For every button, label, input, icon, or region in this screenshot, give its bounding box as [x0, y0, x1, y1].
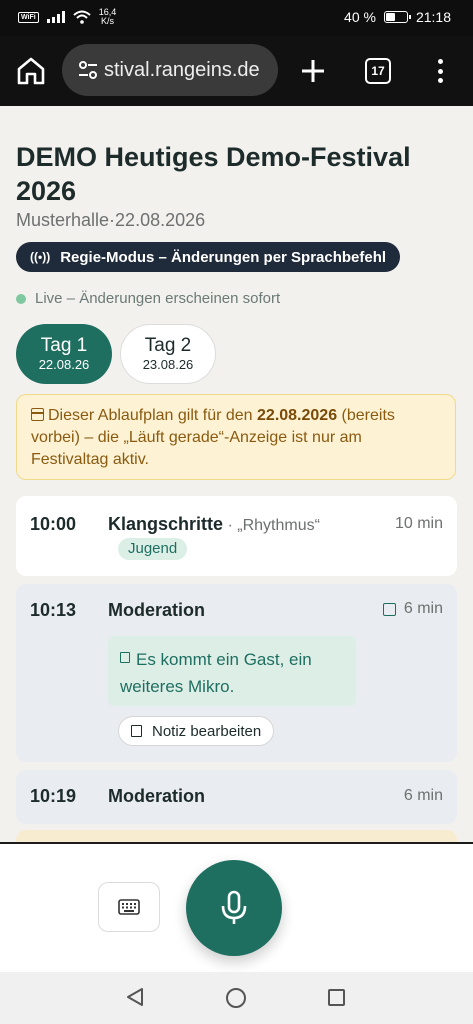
schedule-item[interactable]: 10:19 Moderation 6 min	[16, 770, 457, 824]
more-vert-icon[interactable]	[430, 56, 450, 86]
calendar-icon	[31, 408, 44, 421]
item-time: 10:19	[30, 786, 77, 806]
category-tag: Jugend	[118, 538, 188, 560]
item-meta: · „Rhythmus“	[223, 517, 320, 534]
note-text: Es kommt ein Gast, ein weiteres Mikro.	[120, 650, 312, 696]
venue: Musterhalle	[16, 210, 110, 230]
item-duration-group: 6 min	[382, 600, 443, 618]
event-date: 22.08.2026	[115, 210, 206, 230]
voice-control-panel	[0, 842, 473, 972]
item-time: 10:13	[30, 600, 77, 620]
live-status: Live – Änderungen erscheinen sofort	[16, 290, 280, 307]
note-icon	[120, 652, 130, 663]
live-dot-icon	[16, 293, 26, 304]
notice-prefix: Dieser Ablaufplan gilt für den	[48, 407, 258, 424]
wifi-badge: WiFi	[18, 11, 39, 23]
schedule-item[interactable]: 10:00 Klangschritte · „Rhythmus“ 10 min …	[16, 496, 457, 576]
item-title: Moderation	[108, 600, 205, 620]
browser-toolbar: stival.rangeins.de 17	[0, 36, 473, 106]
item-time: 10:00	[30, 514, 77, 534]
tab-day-1[interactable]: Tag 1 22.08.26	[16, 324, 112, 384]
microphone-button[interactable]	[186, 860, 282, 956]
edit-note-icon	[131, 725, 142, 737]
clock: 21:18	[415, 9, 451, 25]
url-text[interactable]: stival.rangeins.de	[104, 59, 260, 82]
tab-day-label: Tag 1	[40, 335, 88, 356]
system-nav-bar	[0, 972, 473, 1024]
broadcast-icon: ((•))	[30, 250, 51, 264]
item-duration: 10 min	[394, 515, 443, 532]
plus-icon[interactable]	[298, 56, 328, 86]
address-bar[interactable]: stival.rangeins.de	[62, 44, 278, 96]
edit-note-button[interactable]: Notiz bearbeiten	[118, 716, 275, 746]
tab-day-date: 23.08.26	[142, 357, 194, 372]
item-title: Moderation	[108, 786, 205, 806]
edit-note-label: Notiz bearbeiten	[152, 722, 262, 740]
note-box: Es kommt ein Gast, ein weiteres Mikro.	[108, 636, 356, 706]
signal-strength-icon	[46, 11, 65, 23]
item-title: Klangschritte · „Rhythmus“	[108, 514, 320, 534]
note-icon	[382, 602, 396, 616]
keyboard-icon	[118, 899, 140, 915]
event-subtitle: Musterhalle·22.08.2026	[16, 210, 205, 231]
tab-day-date: 22.08.26	[38, 357, 90, 372]
battery-percent: 40 %	[344, 9, 376, 25]
notice-date: 22.08.2026	[257, 407, 338, 424]
recent-apps-icon[interactable]	[328, 989, 345, 1006]
battery-icon	[383, 11, 411, 23]
wifi-icon	[73, 10, 91, 24]
home-icon[interactable]	[14, 54, 48, 88]
live-status-text: Live – Änderungen erscheinen sofort	[35, 290, 281, 307]
schedule-item[interactable]: 10:13 Moderation 6 min Es kommt ein Gast…	[16, 584, 457, 762]
status-bar: WiFi 16,4 K/s 40 % 21:18	[0, 0, 473, 36]
item-duration: 6 min	[403, 600, 443, 617]
tab-day-label: Tag 2	[144, 335, 192, 356]
keyboard-button[interactable]	[98, 882, 160, 932]
schedule-item-partial	[16, 830, 457, 842]
page-title: DEMO Heutiges Demo-Festival 2026	[16, 142, 411, 206]
item-duration: 6 min	[403, 787, 443, 804]
tab-day-2[interactable]: Tag 2 23.08.26	[120, 324, 216, 384]
home-nav-icon[interactable]	[226, 988, 246, 1008]
microphone-icon	[221, 890, 247, 924]
network-speed: 16,4 K/s	[98, 7, 117, 26]
tabs-icon[interactable]: 17	[365, 58, 391, 84]
regie-mode-badge: ((•)) Regie-Modus – Änderungen per Sprac…	[16, 242, 401, 272]
tune-icon[interactable]	[76, 58, 100, 82]
back-icon[interactable]	[124, 986, 146, 1008]
schedule-notice: Dieser Ablaufplan gilt für den 22.08.202…	[16, 394, 456, 480]
regie-mode-label: Regie-Modus – Änderungen per Sprachbefeh…	[60, 248, 387, 266]
page-content: DEMO Heutiges Demo-Festival 2026 Musterh…	[0, 106, 473, 842]
